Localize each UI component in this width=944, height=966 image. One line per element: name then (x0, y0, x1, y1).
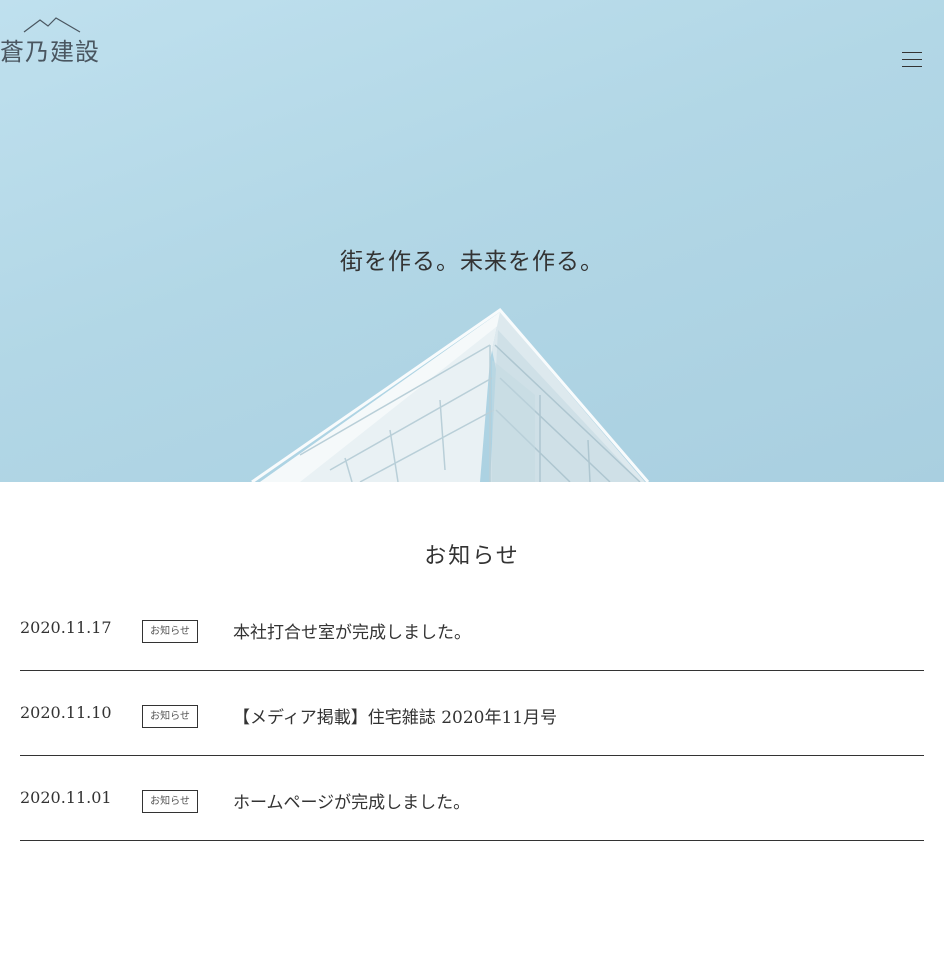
hero-tagline: 街を作る。未来を作る。 (340, 249, 604, 275)
news-title-link[interactable]: 本社打合せ室が完成しました。 (233, 618, 471, 643)
news-category-badge: お知らせ (142, 790, 198, 813)
building-image (251, 307, 650, 482)
news-category-badge: お知らせ (142, 705, 198, 728)
news-item[interactable]: 2020.11.01 お知らせ ホームページが完成しました。 (20, 756, 924, 841)
news-date: 2020.11.10 (20, 703, 112, 722)
news-item[interactable]: 2020.11.17 お知らせ 本社打合せ室が完成しました。 (20, 586, 924, 671)
news-date: 2020.11.01 (20, 788, 112, 807)
news-heading: お知らせ (424, 544, 520, 569)
news-list: 2020.11.17 お知らせ 本社打合せ室が完成しました。 2020.11.1… (20, 586, 924, 841)
news-section: お知らせ 2020.11.17 お知らせ 本社打合せ室が完成しました。 2020… (0, 482, 944, 841)
news-item[interactable]: 2020.11.10 お知らせ 【メディア掲載】住宅雑誌 2020年11月号 (20, 671, 924, 756)
hero-section: 蒼乃建設 街を作る。未来を作る。 (0, 0, 944, 482)
news-category-badge: お知らせ (142, 620, 198, 643)
news-title-link[interactable]: 【メディア掲載】住宅雑誌 2020年11月号 (233, 703, 557, 728)
news-title-link[interactable]: ホームページが完成しました。 (233, 788, 470, 813)
logo-text: 蒼乃建設 (0, 38, 100, 66)
news-date: 2020.11.17 (20, 618, 112, 637)
hamburger-icon-line (902, 66, 922, 67)
site-logo[interactable]: 蒼乃建設 (0, 16, 110, 66)
hamburger-icon-line (902, 59, 922, 60)
hamburger-menu-button[interactable] (898, 50, 926, 72)
hamburger-icon (902, 52, 922, 53)
